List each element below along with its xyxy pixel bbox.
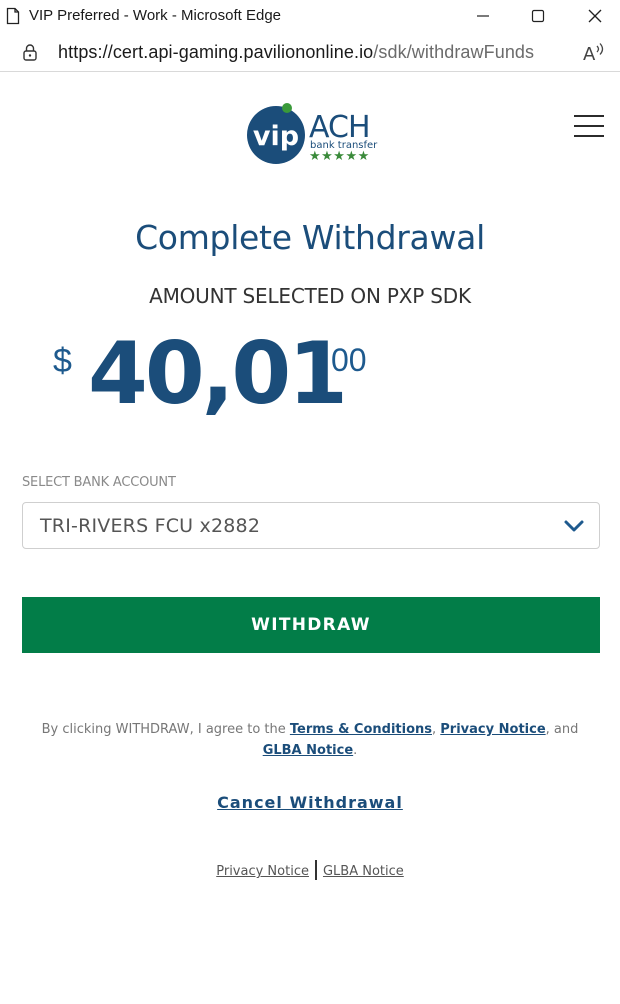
page-icon xyxy=(6,7,20,25)
maximize-button[interactable] xyxy=(509,0,567,32)
agreement-period: . xyxy=(353,743,358,758)
logo-dot xyxy=(282,103,292,113)
bank-account-select[interactable]: TRI-RIVERS FCU x2882 xyxy=(22,502,600,549)
agreement-prefix: By clicking WITHDRAW, I agree to the xyxy=(41,722,290,737)
logo-stars: ★★★★★ xyxy=(309,149,370,164)
lock-icon[interactable] xyxy=(22,43,38,61)
cancel-withdrawal-link[interactable]: Cancel Withdrawal xyxy=(0,793,620,812)
hamburger-line xyxy=(574,135,604,137)
window-title: VIP Preferred - Work - Microsoft Edge xyxy=(29,7,282,24)
chevron-down-icon xyxy=(564,520,584,532)
url-path: /sdk/withdrawFunds xyxy=(373,42,535,62)
agreement-and: , and xyxy=(545,722,579,737)
withdraw-button[interactable]: WITHDRAW xyxy=(22,597,600,653)
footer-links: Privacy Notice GLBA Notice xyxy=(0,860,620,880)
hamburger-line xyxy=(574,125,604,127)
hamburger-line xyxy=(574,115,604,117)
terms-link[interactable]: Terms & Conditions xyxy=(290,722,432,737)
logo-vip-text: vip xyxy=(253,121,299,152)
amount-currency: $ xyxy=(53,342,72,380)
close-window-button[interactable] xyxy=(566,0,620,32)
amount-cents: 00 xyxy=(331,342,367,378)
svg-text:A: A xyxy=(583,44,596,63)
footer-privacy-link[interactable]: Privacy Notice xyxy=(216,864,309,879)
read-aloud-icon[interactable]: A xyxy=(582,41,606,63)
minimize-icon xyxy=(477,15,489,17)
amount-display: $ 40,01 00 xyxy=(0,324,620,424)
footer-separator xyxy=(314,860,317,880)
address-bar[interactable]: https://cert.api-gaming.paviliononline.i… xyxy=(0,32,620,72)
minimize-button[interactable] xyxy=(454,0,512,32)
amount-whole: 40,01 xyxy=(88,324,348,424)
bank-account-label: SELECT BANK ACCOUNT xyxy=(22,475,176,490)
footer-glba-link[interactable]: GLBA Notice xyxy=(323,864,404,879)
agreement-text: By clicking WITHDRAW, I agree to the Ter… xyxy=(30,719,590,761)
amount-subtitle: AMOUNT SELECTED ON PXP SDK xyxy=(149,284,471,308)
url-host: https://cert.api-gaming.paviliononline.i… xyxy=(58,42,374,62)
glba-notice-link[interactable]: GLBA Notice xyxy=(263,743,353,758)
maximize-icon xyxy=(531,9,545,23)
page-title: Complete Withdrawal xyxy=(135,218,485,257)
url-text[interactable]: https://cert.api-gaming.paviliononline.i… xyxy=(58,42,534,63)
window-titlebar: VIP Preferred - Work - Microsoft Edge xyxy=(0,0,620,32)
vip-ach-logo[interactable]: vip ACH bank transfer ★★★★★ xyxy=(246,102,382,166)
hamburger-menu-button[interactable] xyxy=(574,115,606,137)
privacy-notice-link[interactable]: Privacy Notice xyxy=(440,722,545,737)
close-icon xyxy=(588,9,602,23)
bank-account-value: TRI-RIVERS FCU x2882 xyxy=(40,515,261,537)
